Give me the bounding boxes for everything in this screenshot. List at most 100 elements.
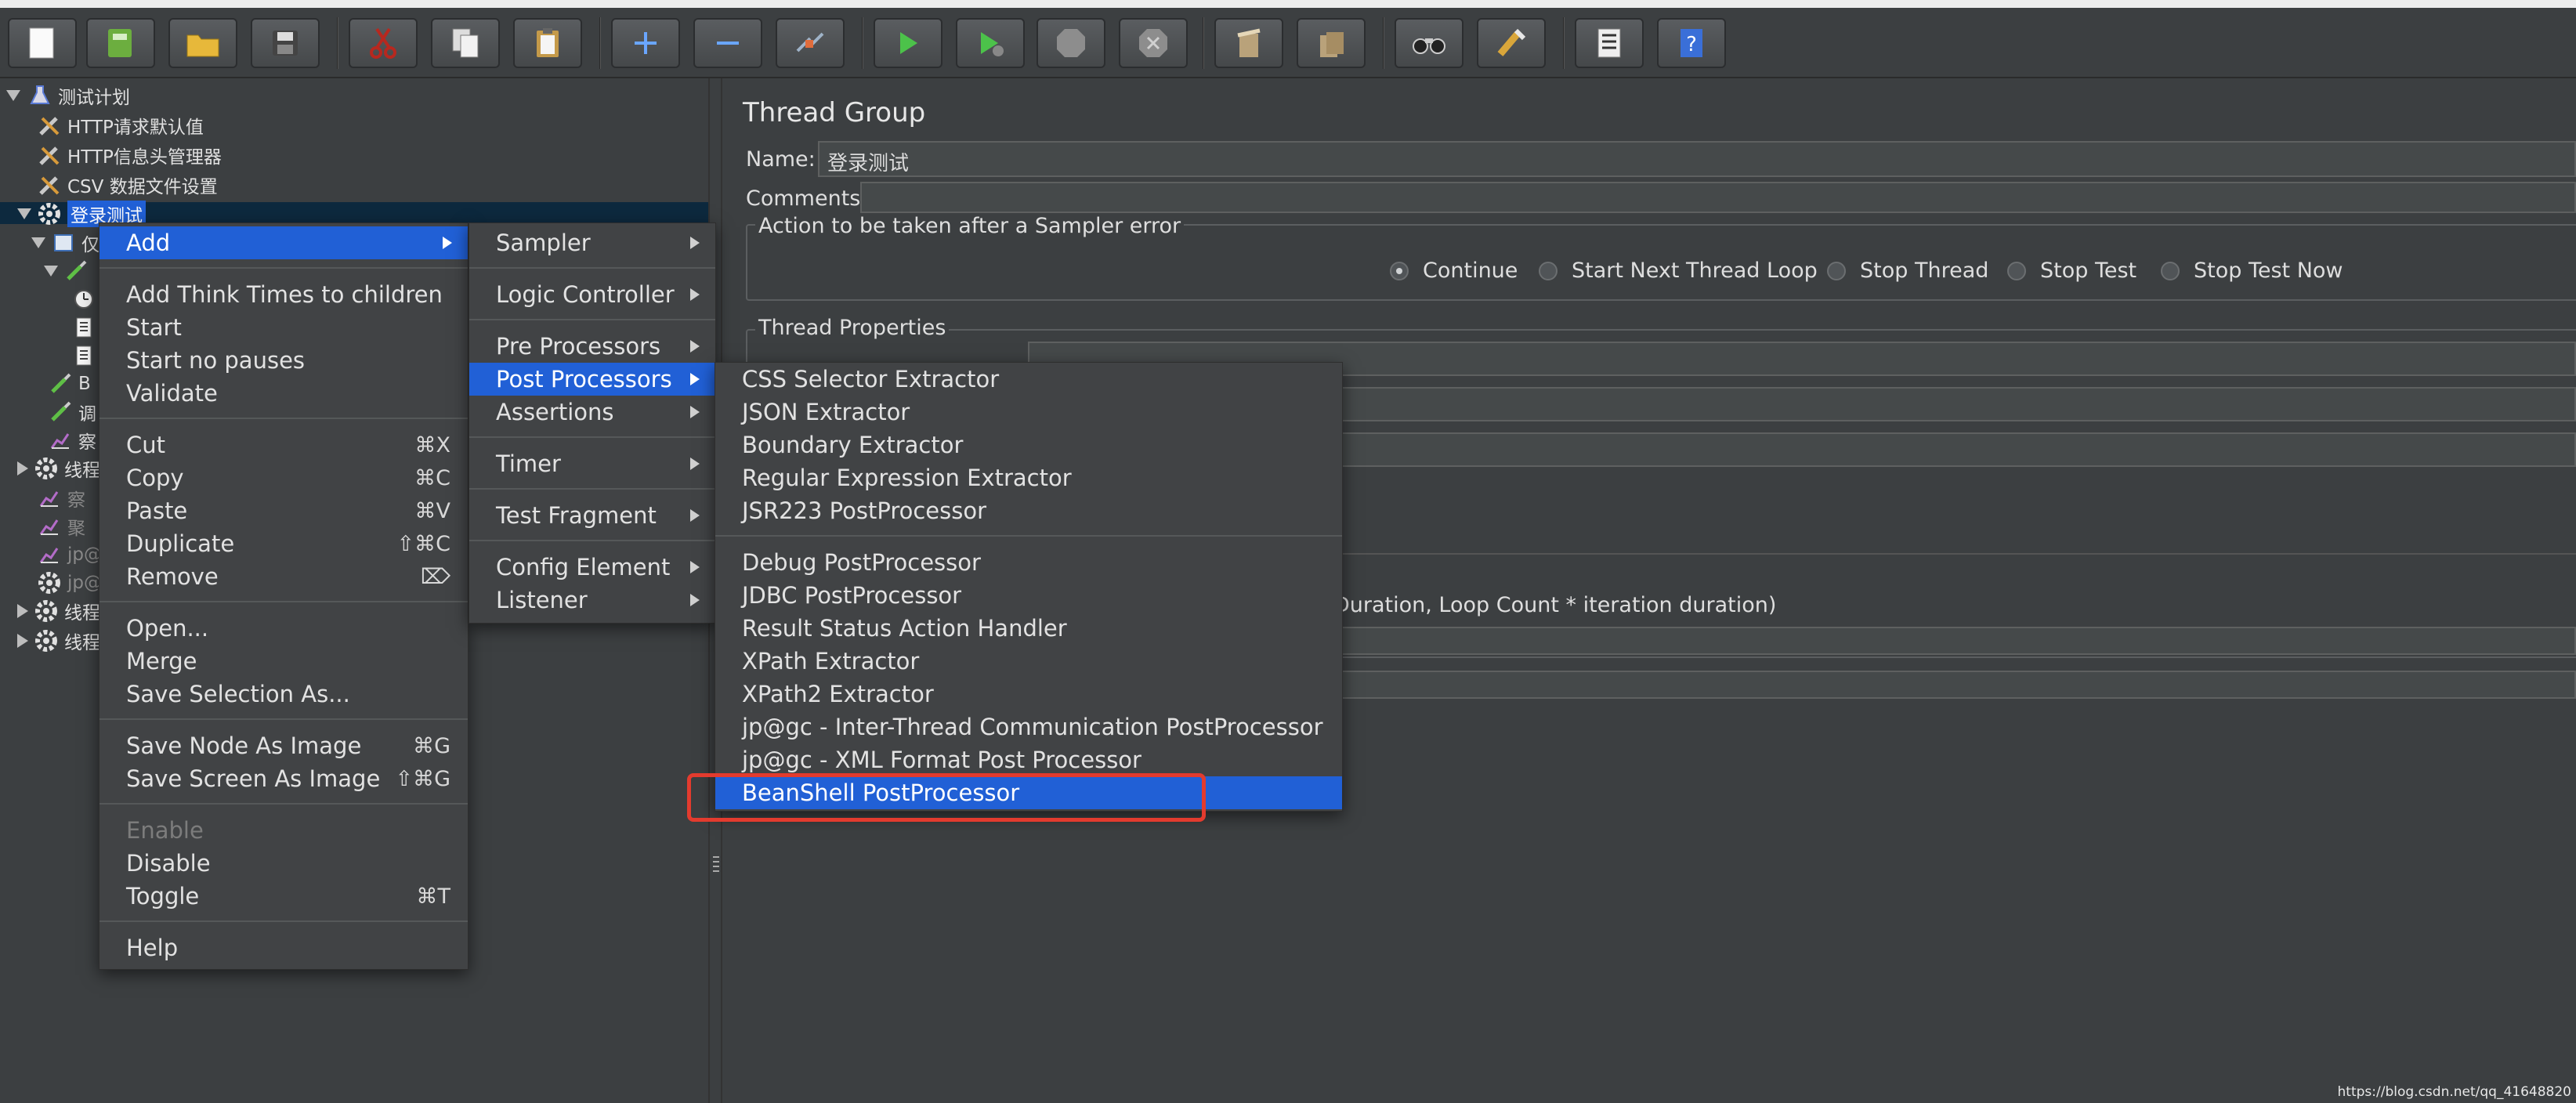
menu-item-listener[interactable]: Listener	[469, 584, 715, 617]
tree-node-element-1[interactable]	[72, 313, 102, 342]
start-no-pauses-icon[interactable]	[956, 18, 1025, 68]
menu-item-post-processors[interactable]: Post Processors	[469, 363, 715, 396]
start-icon[interactable]	[874, 18, 942, 68]
menu-item-regex-extractor[interactable]: Regular Expression Extractor	[715, 461, 1342, 494]
menu-item-label: Toggle	[126, 883, 200, 910]
tree-node-test-plan[interactable]: 测试计划	[6, 81, 130, 110]
expand-arrow-icon[interactable]	[6, 90, 20, 101]
continue-radio[interactable]	[1390, 262, 1409, 280]
collapse-icon[interactable]	[693, 18, 762, 68]
toggle-icon[interactable]	[776, 18, 845, 68]
clear-icon[interactable]	[1214, 18, 1283, 68]
stop-icon[interactable]	[1037, 18, 1105, 68]
expand-arrow-icon[interactable]	[44, 266, 58, 277]
expand-icon[interactable]	[611, 18, 680, 68]
menu-item-start-no-pauses[interactable]: Start no pauses	[99, 344, 468, 377]
template-icon[interactable]	[86, 18, 155, 68]
expand-arrow-icon[interactable]	[31, 237, 45, 248]
shutdown-icon[interactable]	[1119, 18, 1188, 68]
menu-item-remove[interactable]: Remove ⌦	[99, 560, 468, 593]
tree-node-thread-group-a[interactable]: 线程	[17, 454, 100, 483]
collapse-arrow-icon[interactable]	[17, 634, 28, 648]
menu-item-logic-controller[interactable]: Logic Controller	[469, 278, 715, 311]
menu-item-validate[interactable]: Validate	[99, 377, 468, 410]
menu-item-result-status-handler[interactable]: Result Status Action Handler	[715, 612, 1342, 645]
menu-item-pre-processors[interactable]: Pre Processors	[469, 330, 715, 363]
reset-search-icon[interactable]	[1477, 18, 1546, 68]
menu-item-boundary-extractor[interactable]: Boundary Extractor	[715, 429, 1342, 461]
shortcut-label: ⌘X	[414, 432, 451, 457]
paste-icon[interactable]	[513, 18, 582, 68]
menu-item-merge[interactable]: Merge	[99, 645, 468, 678]
divider-grip-icon[interactable]	[711, 854, 721, 877]
menu-item-xml-format-postprocessor[interactable]: jp@gc - XML Format Post Processor	[715, 743, 1342, 776]
comments-input[interactable]	[860, 182, 2576, 213]
tree-node-debug[interactable]: 调	[49, 398, 96, 426]
svg-text:?: ?	[1686, 33, 1697, 56]
menu-item-timer[interactable]: Timer	[469, 447, 715, 480]
menu-item-json-extractor[interactable]: JSON Extractor	[715, 396, 1342, 429]
save-icon[interactable]	[251, 18, 320, 68]
menu-item-assertions[interactable]: Assertions	[469, 396, 715, 429]
tree-node-timer[interactable]	[72, 285, 102, 313]
menu-item-config-element[interactable]: Config Element	[469, 551, 715, 584]
menu-item-save-node-image[interactable]: Save Node As Image ⌘G	[99, 729, 468, 762]
clear-all-icon[interactable]	[1297, 18, 1366, 68]
menu-item-copy[interactable]: Copy ⌘C	[99, 461, 468, 494]
menu-item-jdbc-postprocessor[interactable]: JDBC PostProcessor	[715, 579, 1342, 612]
name-input[interactable]: 登录测试	[818, 141, 2576, 177]
menu-item-sampler[interactable]: Sampler	[469, 226, 715, 259]
add-submenu: Sampler Logic Controller Pre Processors …	[469, 222, 716, 624]
start-next-loop-radio[interactable]	[1539, 262, 1558, 280]
tree-node-thread-group-b[interactable]: 线程	[17, 597, 100, 625]
stop-thread-radio[interactable]	[1827, 262, 1846, 280]
search-icon[interactable]	[1395, 18, 1463, 68]
help-icon[interactable]: ?	[1657, 18, 1726, 68]
menu-item-inter-thread-postprocessor[interactable]: jp@gc - Inter-Thread Communication PostP…	[715, 711, 1342, 743]
menu-item-xpath-extractor[interactable]: XPath Extractor	[715, 645, 1342, 678]
menu-item-cut[interactable]: Cut ⌘X	[99, 429, 468, 461]
menu-item-save-selection[interactable]: Save Selection As...	[99, 678, 468, 711]
tree-node-listener-1[interactable]: 察	[49, 426, 96, 454]
tree-node-listener-3[interactable]: 聚	[38, 512, 85, 541]
tree-node-child-1[interactable]: 仅	[31, 229, 99, 257]
menu-item-add-think-times[interactable]: Add Think Times to children	[99, 278, 468, 311]
tree-node-element-2[interactable]	[72, 342, 102, 370]
menu-item-xpath2-extractor[interactable]: XPath2 Extractor	[715, 678, 1342, 711]
tree-node-listener-2[interactable]: 察	[38, 484, 85, 512]
cut-icon[interactable]	[349, 18, 418, 68]
collapse-arrow-icon[interactable]	[17, 461, 28, 476]
stop-test-now-radio[interactable]	[2161, 262, 2180, 280]
menu-item-test-fragment[interactable]: Test Fragment	[469, 499, 715, 532]
function-helper-icon[interactable]	[1575, 18, 1644, 68]
menu-item-save-screen-image[interactable]: Save Screen As Image ⇧⌘G	[99, 762, 468, 795]
graph-icon	[38, 543, 61, 566]
menu-item-start[interactable]: Start	[99, 311, 468, 344]
menu-item-open[interactable]: Open...	[99, 612, 468, 645]
tree-node-thread-group-c[interactable]: 线程	[17, 627, 100, 655]
menu-item-paste[interactable]: Paste ⌘V	[99, 494, 468, 527]
menu-item-duplicate[interactable]: Duplicate ⇧⌘C	[99, 527, 468, 560]
tree-node-header-manager[interactable]: HTTP信息头管理器	[38, 141, 222, 169]
open-icon[interactable]	[168, 18, 237, 68]
collapse-arrow-icon[interactable]	[17, 604, 28, 618]
menu-item-css-selector-extractor[interactable]: CSS Selector Extractor	[715, 363, 1342, 396]
menu-item-add[interactable]: Add	[99, 226, 468, 259]
menu-item-disable[interactable]: Disable	[99, 847, 468, 880]
menu-item-jsr223-postprocessor[interactable]: JSR223 PostProcessor	[715, 494, 1342, 527]
tree-node-csv-config[interactable]: CSV 数据文件设置	[38, 171, 218, 199]
new-icon[interactable]	[8, 18, 77, 68]
copy-icon[interactable]	[431, 18, 500, 68]
tree-node-listener-4[interactable]: jp@	[38, 541, 102, 569]
tree-node-sampler[interactable]	[44, 257, 94, 285]
tree-node-label: jp@	[67, 573, 102, 593]
menu-item-help[interactable]: Help	[99, 931, 468, 964]
tree-node-b[interactable]: B	[49, 370, 91, 398]
tree-node-http-defaults[interactable]: HTTP请求默认值	[38, 111, 204, 139]
tree-node-thread-group-jp[interactable]: jp@	[38, 569, 102, 597]
menu-item-toggle[interactable]: Toggle ⌘T	[99, 880, 468, 913]
stop-test-radio[interactable]	[2007, 262, 2026, 280]
expand-arrow-icon[interactable]	[17, 208, 31, 219]
shortcut-label: ⇧⌘G	[395, 766, 450, 791]
menu-item-debug-postprocessor[interactable]: Debug PostProcessor	[715, 546, 1342, 579]
